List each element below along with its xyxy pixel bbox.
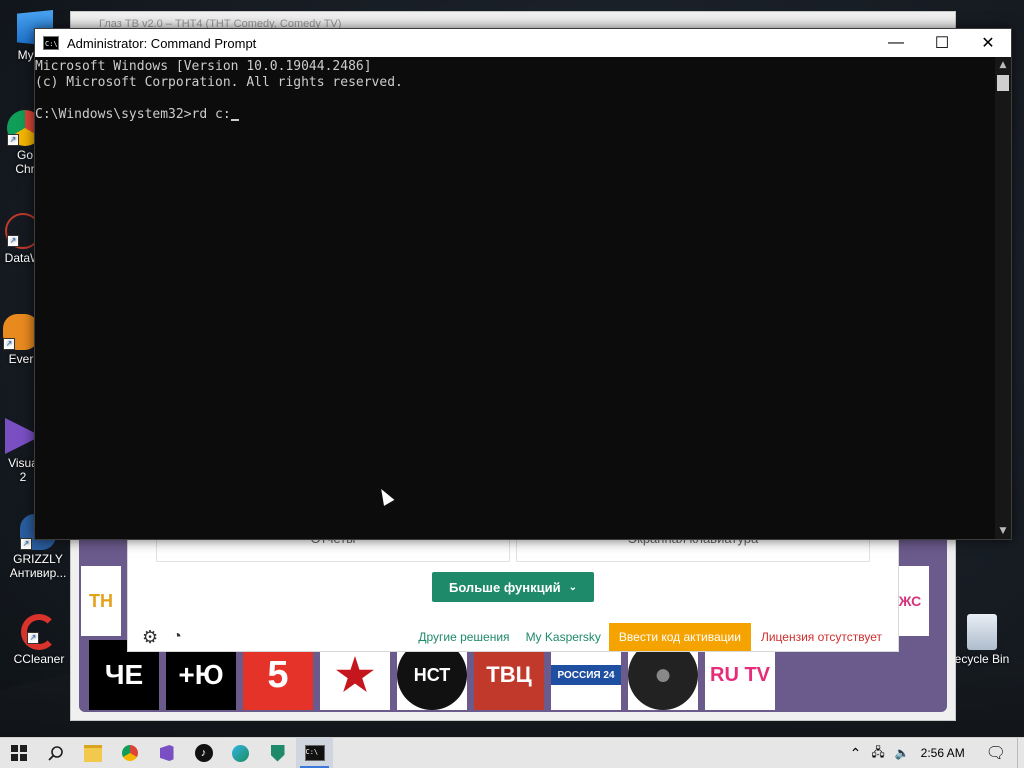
- desktop-icon-label: CCleaner: [13, 652, 65, 666]
- file-explorer-icon: [83, 744, 102, 762]
- desktop-icon-label: GRIZZLY Антивир...: [9, 552, 67, 580]
- channel-tile[interactable]: ТН: [81, 566, 121, 636]
- onscreen-keyboard-button[interactable]: Экранная клавиатура: [516, 537, 870, 562]
- channel-label: РОССИЯ 24: [551, 665, 621, 685]
- taskbar-kaspersky[interactable]: [259, 738, 296, 768]
- start-icon: [10, 745, 27, 761]
- cmd-title-bar[interactable]: C:\ Administrator: Command Prompt — ☐ ✕: [35, 29, 1011, 57]
- kaspersky-panel[interactable]: Отчеты Экранная клавиатура Больше функци…: [127, 536, 899, 652]
- system-tray: ⌃ 🖧 🔈 2:56 AM 🗨: [845, 738, 1024, 768]
- other-solutions-link[interactable]: Другие решения: [418, 630, 509, 644]
- desktop-icon-ccleaner[interactable]: ↗ CCleaner: [4, 614, 74, 666]
- scroll-down-icon[interactable]: ▼: [995, 523, 1011, 539]
- search-icon: [47, 746, 63, 761]
- taskbar-tiktok[interactable]: ♪: [185, 738, 222, 768]
- more-functions-button[interactable]: Больше функций ⌄: [432, 572, 594, 602]
- reports-button[interactable]: Отчеты: [156, 537, 510, 562]
- license-status: Лицензия отсутствует: [760, 630, 882, 644]
- command-prompt-icon: C:\: [304, 745, 325, 761]
- chevron-down-icon: ⌄: [568, 581, 578, 593]
- support-icon[interactable]: ◔: [172, 628, 182, 646]
- clock[interactable]: 2:56 AM: [915, 746, 981, 760]
- volume-icon[interactable]: 🔈: [890, 746, 915, 760]
- console-line: C:\Windows\system32>rd c:: [35, 107, 231, 122]
- scroll-thumb[interactable]: [997, 75, 1009, 91]
- taskbar-chrome[interactable]: [111, 738, 148, 768]
- taskbar-edge[interactable]: [222, 738, 259, 768]
- kaspersky-icon: [270, 744, 285, 762]
- my-kaspersky-link[interactable]: My Kaspersky: [526, 630, 601, 644]
- chrome-icon: [121, 745, 138, 761]
- taskbar-file-explorer[interactable]: [74, 738, 111, 768]
- visual-studio-icon: [159, 745, 174, 761]
- edge-icon: [232, 744, 249, 762]
- show-desktop-button[interactable]: [1017, 738, 1024, 768]
- gear-icon[interactable]: ⚙: [142, 627, 158, 648]
- enter-activation-code-button[interactable]: Ввести код активации: [608, 623, 751, 651]
- command-prompt-icon: C:\: [43, 36, 59, 50]
- taskbar-command-prompt[interactable]: C:\: [296, 738, 333, 768]
- more-functions-label: Больше функций: [448, 579, 561, 595]
- console-line: Microsoft Windows [Version 10.0.19044.24…: [35, 59, 372, 74]
- close-button[interactable]: ✕: [965, 29, 1011, 57]
- notifications-icon[interactable]: 🗨: [981, 743, 1011, 763]
- cmd-console[interactable]: Microsoft Windows [Version 10.0.19044.24…: [35, 57, 995, 539]
- kaspersky-footer: ⚙ ◔ Другие решения My Kaspersky Ввести к…: [128, 623, 898, 651]
- minimize-button[interactable]: —: [873, 29, 919, 57]
- vertical-scrollbar[interactable]: ▲ ▼: [995, 57, 1011, 539]
- taskbar: ♪ C:\ ⌃ 🖧 🔈 2:56 AM 🗨: [0, 737, 1024, 768]
- ccleaner-icon: ↗: [21, 614, 57, 650]
- start-button[interactable]: [0, 738, 37, 768]
- cmd-window-title: Administrator: Command Prompt: [67, 35, 257, 51]
- scroll-up-icon[interactable]: ▲: [995, 57, 1011, 73]
- console-line: (c) Microsoft Corporation. All rights re…: [35, 75, 403, 90]
- taskbar-visual-studio[interactable]: [148, 738, 185, 768]
- chevron-up-icon[interactable]: ⌃: [845, 745, 867, 762]
- text-cursor: [230, 119, 239, 121]
- tiktok-icon: ♪: [194, 744, 213, 762]
- command-prompt-window[interactable]: C:\ Administrator: Command Prompt — ☐ ✕ …: [34, 28, 1012, 540]
- maximize-button[interactable]: ☐: [919, 29, 965, 57]
- network-icon[interactable]: 🖧: [866, 743, 889, 764]
- console-prompt-line[interactable]: C:\Windows\system32>rd c:: [35, 107, 995, 123]
- search-button[interactable]: [37, 738, 74, 768]
- recycle-bin-icon: [967, 614, 997, 650]
